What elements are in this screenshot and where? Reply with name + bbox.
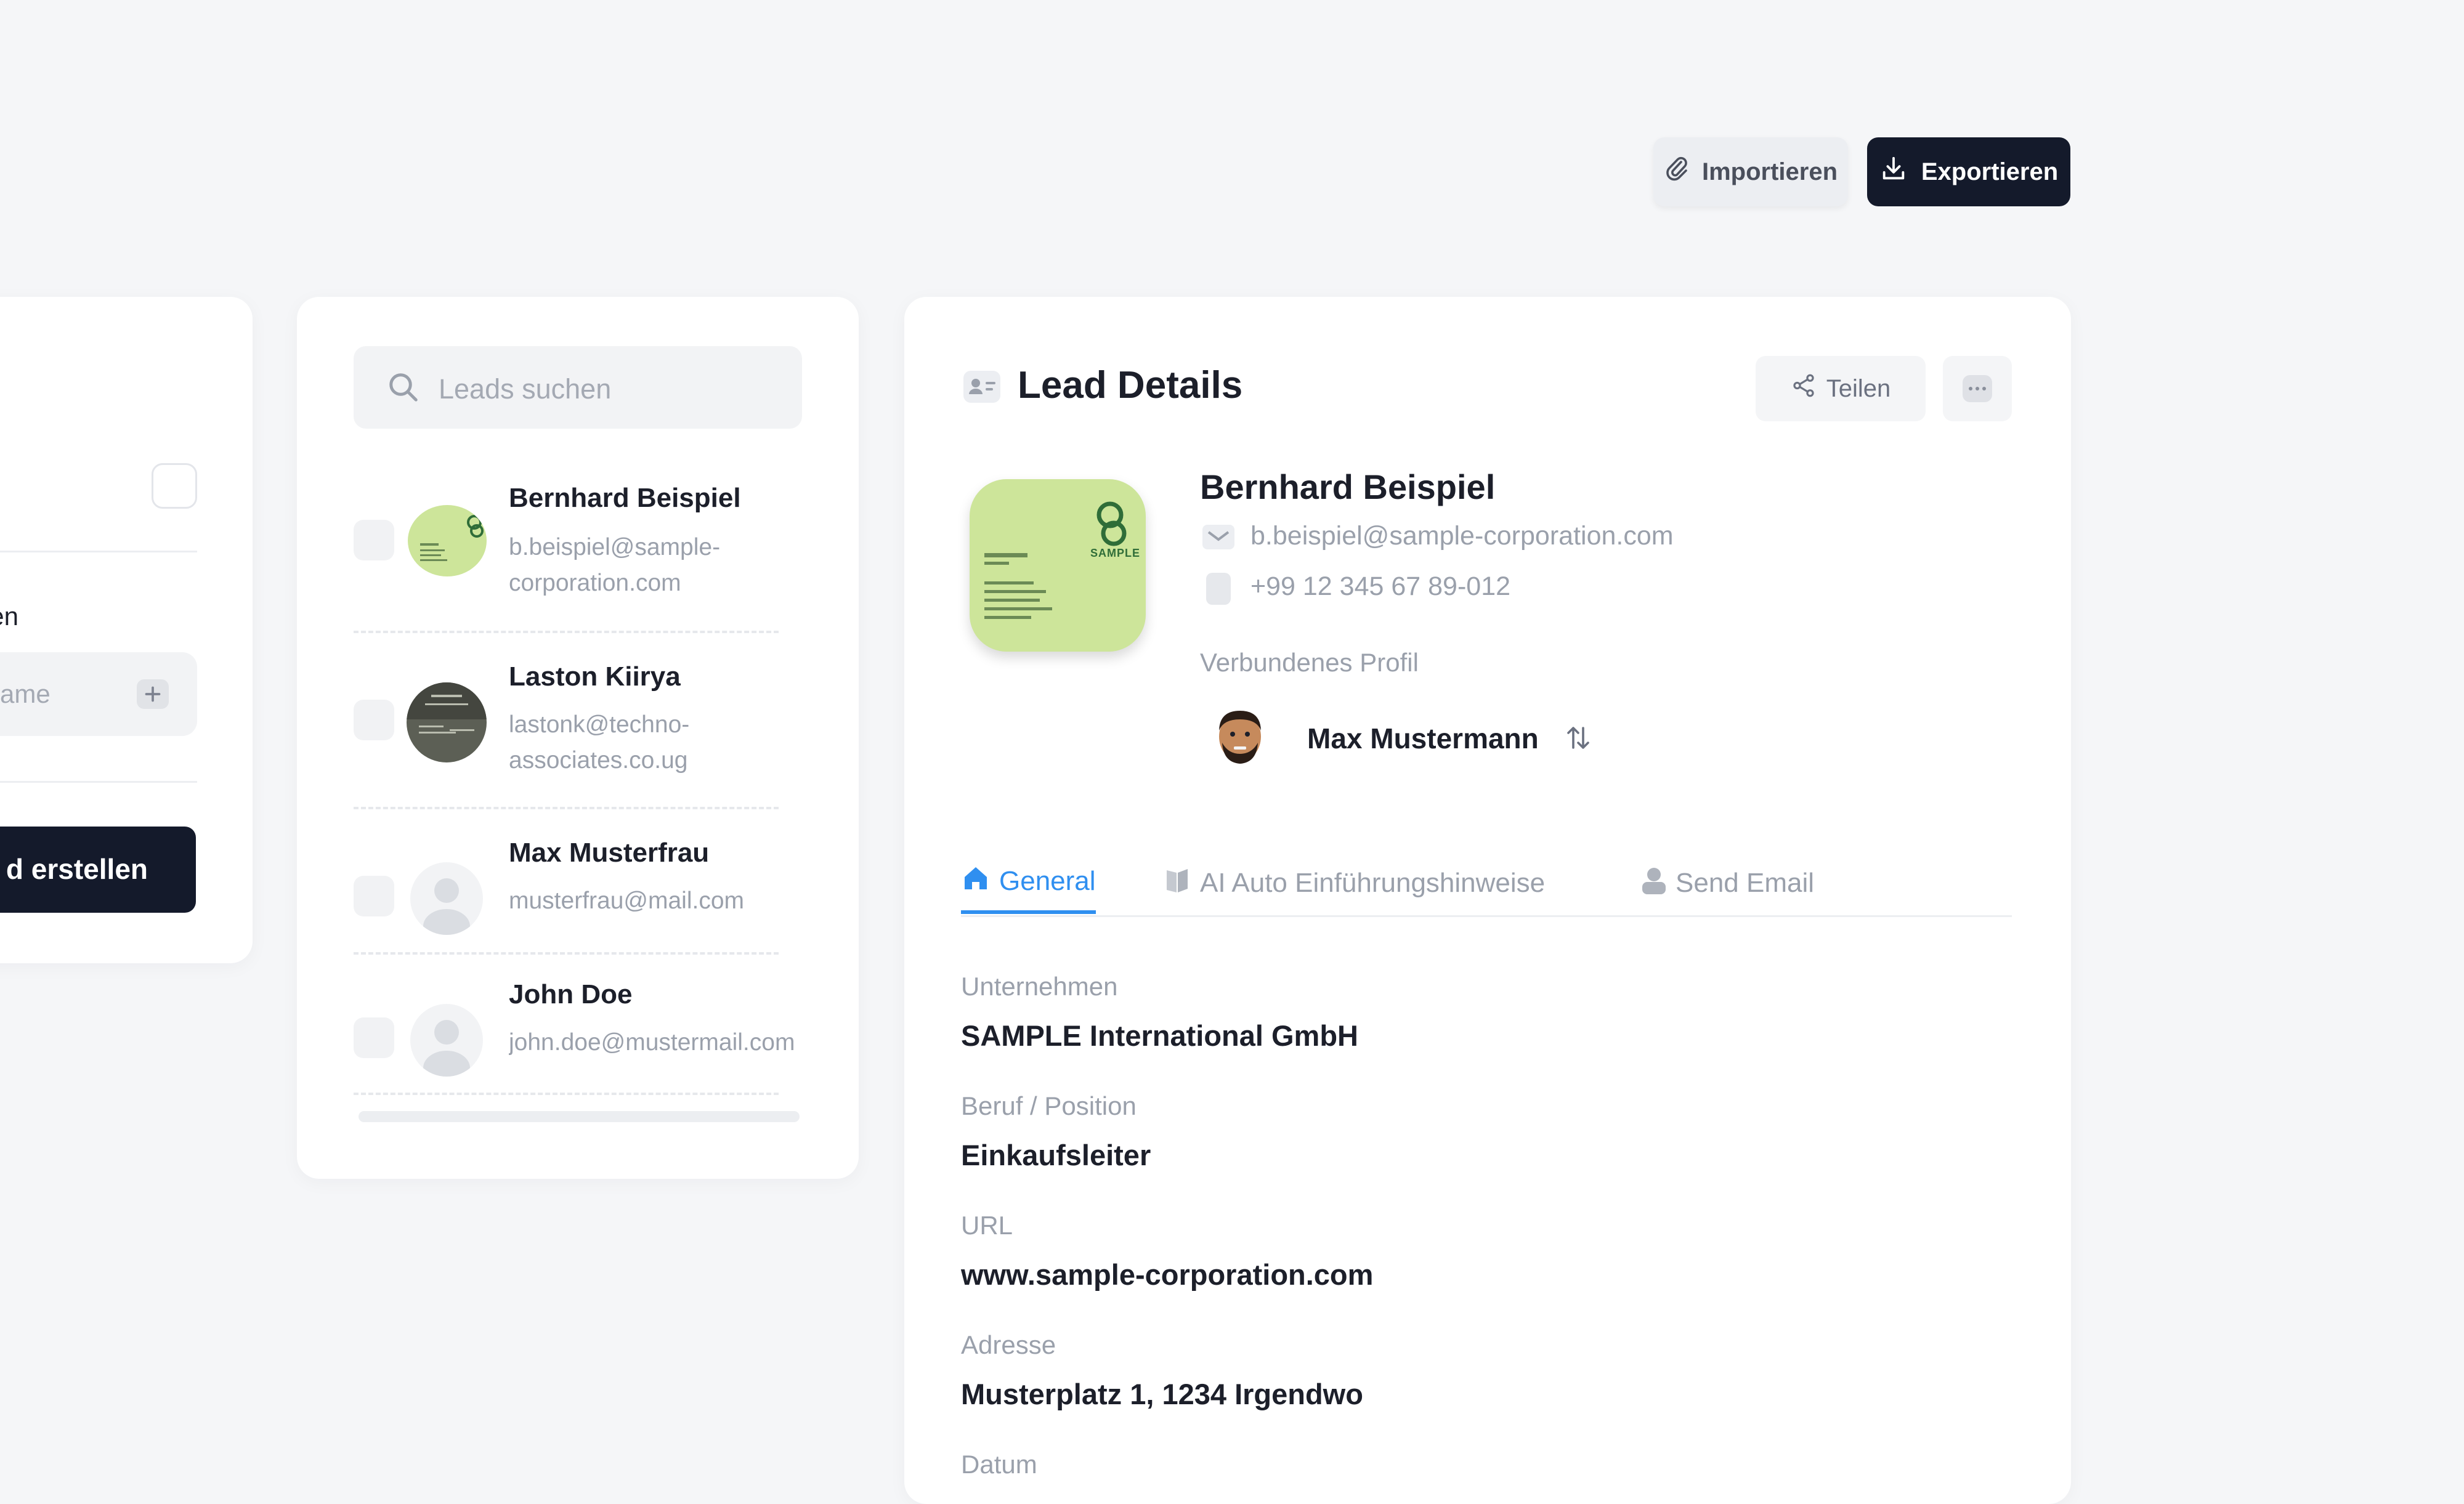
contact-card-icon [963, 371, 1000, 403]
lead-phone[interactable]: +99 12 345 67 89-012 [1250, 572, 1510, 602]
search-icon [387, 371, 420, 407]
field-value: SAMPLE International GmbH [961, 1019, 1358, 1052]
divider [0, 551, 197, 552]
lead-email-line2: corporation.com [509, 570, 681, 596]
export-button[interactable]: Exportieren [1867, 137, 2070, 206]
lead-email-line1: lastonk@techno- [509, 711, 690, 738]
name-input-placeholder: ame [0, 679, 51, 708]
lead-email-line1: musterfrau@mail.com [509, 887, 745, 914]
tab-general[interactable]: General [961, 852, 1096, 914]
connected-profile-label: Verbundenes Profil [1200, 648, 1419, 677]
plus-icon[interactable] [137, 679, 169, 709]
lead-avatar-business-card-dark [407, 682, 487, 762]
tab-ai-auto-hints-label: AI Auto Einführungshinweise [1200, 868, 1546, 898]
share-icon [1791, 373, 1817, 405]
more-options-button[interactable] [1943, 356, 2012, 421]
lead-details-panel: Lead Details Teilen SAMPLE Bernhard Beis… [904, 297, 2071, 1504]
paperclip-icon [1664, 155, 1688, 189]
field-label: URL [961, 1211, 1013, 1240]
tab-general-label: General [999, 866, 1096, 896]
person-placeholder-icon [410, 862, 483, 935]
share-button-label: Teilen [1826, 374, 1891, 402]
list-divider [354, 1093, 779, 1095]
lead-name: John Doe [509, 979, 633, 1009]
name-input[interactable]: ame [0, 652, 197, 736]
card-logo-text: SAMPLE [1090, 547, 1141, 559]
tab-ai-auto-hints[interactable]: AI Auto Einführungshinweise [1163, 852, 1545, 914]
export-button-label: Exportieren [1921, 158, 2059, 185]
page-title: Lead Details [1018, 364, 1243, 406]
section-label: ellen [0, 602, 18, 631]
lead-checkbox[interactable] [354, 520, 394, 560]
list-divider [354, 807, 779, 809]
more-icon [1963, 375, 1992, 402]
field-label: Unternehmen [961, 972, 1118, 1001]
person-placeholder-icon [410, 1004, 483, 1077]
leads-list-panel: Leads suchen Bernhard Beispiel b.beispie… [297, 297, 859, 1179]
lead-avatar-business-card [408, 505, 487, 576]
connected-profile-avatar [1214, 706, 1266, 767]
import-button[interactable]: Importieren [1653, 137, 1848, 206]
swap-icon[interactable] [1565, 723, 1592, 756]
lead-list-item[interactable]: Bernhard Beispiel b.beispiel@sample- cor… [354, 483, 797, 647]
list-divider [354, 952, 779, 955]
lead-checkbox[interactable] [354, 876, 394, 916]
field-label: Datum [961, 1450, 1037, 1479]
search-input[interactable]: Leads suchen [354, 346, 802, 429]
horizontal-scrollbar[interactable] [359, 1111, 800, 1122]
connected-profile-name[interactable]: Max Mustermann [1307, 722, 1539, 755]
lead-name: Max Musterfrau [509, 838, 710, 868]
mail-icon [1202, 525, 1234, 552]
search-placeholder: Leads suchen [439, 373, 612, 405]
person-icon [1641, 866, 1667, 901]
download-icon [1879, 155, 1908, 189]
tabs-underline [961, 915, 2012, 917]
tab-send-email-label: Send Email [1676, 868, 1815, 898]
create-lead-button-label: d erstellen [6, 853, 148, 885]
book-icon [1163, 865, 1191, 902]
import-button-label: Importieren [1701, 158, 1838, 185]
lead-email-line1: b.beispiel@sample- [509, 534, 721, 560]
panel-checkbox[interactable] [152, 463, 197, 509]
lead-checkbox[interactable] [354, 1017, 394, 1058]
lead-name: Laston Kiirya [509, 661, 681, 692]
share-button[interactable]: Teilen [1756, 356, 1926, 421]
field-value[interactable]: www.sample-corporation.com [961, 1258, 1373, 1292]
create-lead-panel: ellen ame d erstellen [0, 297, 253, 963]
field-label: Beruf / Position [961, 1091, 1137, 1120]
lead-name: Bernhard Beispiel [509, 483, 741, 513]
lead-list-item[interactable]: John Doe john.doe@mustermail.com [354, 979, 797, 1112]
create-lead-button[interactable]: d erstellen [0, 827, 196, 913]
home-icon [961, 863, 991, 900]
lead-email[interactable]: b.beispiel@sample-corporation.com [1250, 521, 1674, 551]
field-label: Adresse [961, 1330, 1056, 1359]
lead-checkbox[interactable] [354, 700, 394, 740]
field-value: Einkaufsleiter [961, 1139, 1151, 1171]
phone-icon [1206, 573, 1231, 608]
field-value: Musterplatz 1, 1234 Irgendwo [961, 1378, 1363, 1410]
list-divider [354, 631, 779, 633]
business-card-image: SAMPLE [970, 479, 1146, 652]
divider [0, 781, 197, 783]
lead-email-line1: john.doe@mustermail.com [509, 1029, 795, 1056]
lead-name: Bernhard Beispiel [1200, 467, 1496, 506]
lead-email-line2: associates.co.ug [509, 747, 688, 774]
tab-send-email[interactable]: Send Email [1641, 852, 1814, 914]
lead-list-item[interactable]: Laston Kiirya lastonk@techno- associates… [354, 661, 797, 825]
lead-list-item[interactable]: Max Musterfrau musterfrau@mail.com [354, 838, 797, 973]
